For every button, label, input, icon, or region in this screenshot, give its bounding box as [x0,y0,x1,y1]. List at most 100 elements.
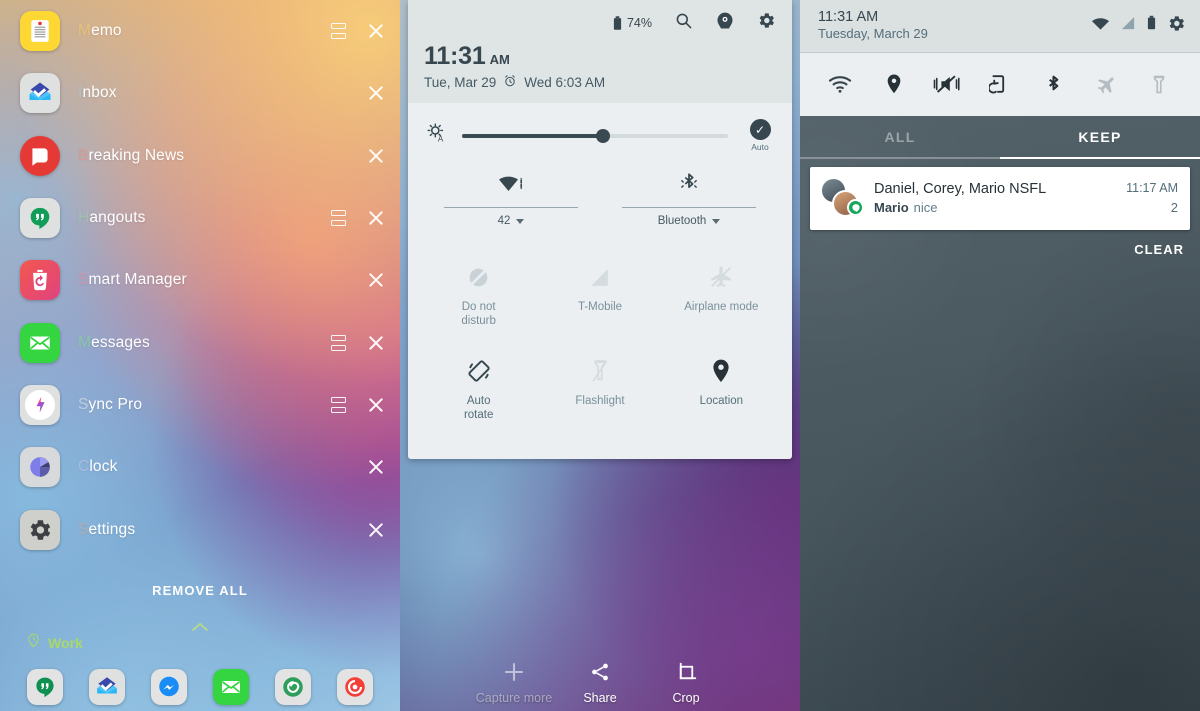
recent-row-actions [366,520,386,540]
date-label: Tue, Mar 29 [424,75,497,90]
flashlight-icon[interactable] [1142,69,1176,99]
notification-preview: Mario nice [874,200,1118,215]
messages-icon[interactable] [20,322,60,363]
pocketcasts-icon[interactable] [337,669,373,705]
hangouts-icon[interactable] [27,669,63,705]
airplane-icon[interactable] [1089,69,1123,99]
close-icon[interactable] [366,270,386,290]
quick-connect-icon[interactable] [715,11,735,36]
flashlight-tile[interactable]: Flashlight [539,343,660,437]
split-screen-icon[interactable] [331,210,346,227]
recent-app-row[interactable]: Memo [0,0,400,62]
alarm-icon [503,74,517,91]
chevron-down-icon[interactable] [516,218,525,224]
bluetooth-toggle[interactable]: Bluetooth [600,166,778,227]
clock-icon[interactable] [20,447,60,488]
share-button[interactable]: Share [557,655,643,705]
plus-icon [471,655,557,689]
location-tile[interactable]: Location [661,343,782,437]
flashlight-icon [543,353,656,389]
mobile-data-tile[interactable]: T-Mobile [539,249,660,343]
date-alarm-row: Tue, Mar 29 Wed 6:03 AM [424,74,776,91]
auto-rotate-tile[interactable]: Auto rotate [418,343,539,437]
battery-status: 74% [613,15,652,31]
close-icon[interactable] [366,208,386,228]
chevron-down-icon[interactable] [712,218,721,224]
tile-label: Location [699,394,744,407]
auto-brightness-toggle[interactable]: ✓ Auto [742,119,778,152]
close-icon[interactable] [366,83,386,103]
close-icon[interactable] [366,146,386,166]
messages-icon[interactable] [213,669,249,705]
recent-app-row[interactable]: Sync Pro [0,374,400,436]
notification-message: nice [913,200,938,216]
recent-app-row[interactable]: Inbox [0,62,400,124]
messenger-icon[interactable] [151,669,187,705]
gear-icon[interactable] [757,11,776,35]
crop-button[interactable]: Crop [643,655,729,705]
hangouts-icon[interactable] [20,198,60,239]
status-time: 11:31 AM [818,9,879,25]
recent-app-row[interactable]: Hangouts [0,187,400,249]
recent-app-label: Smart Manager [78,271,187,289]
remove-all-button[interactable]: REMOVE ALL [0,583,400,598]
recent-row-actions [366,83,386,103]
memo-icon[interactable] [20,11,60,52]
recent-app-row[interactable]: Breaking News [0,125,400,187]
brightness-auto-icon: A [426,121,448,150]
search-icon[interactable] [674,11,693,35]
work-mode-badge[interactable]: Work [26,632,83,654]
notification-shade-panel: 11:31 AM Tuesday, March 29 ALL KEEP Dani… [800,0,1200,711]
split-screen-icon[interactable] [331,23,346,40]
close-icon[interactable] [366,333,386,353]
smart-manager-icon[interactable] [20,260,60,301]
close-icon[interactable] [366,457,386,477]
recent-app-label: Settings [78,520,136,538]
wifi-toggle[interactable]: 42 [422,166,600,227]
recent-row-actions [331,333,386,353]
recent-row-actions [331,395,386,415]
clear-button[interactable]: CLEAR [800,230,1200,257]
status-date: Tuesday, March 29 [818,26,928,42]
quick-settings-card: 74% 11:31 AM Tue, Mar 29 Wed 6:03 AM A ✓… [408,0,792,459]
work-pin-icon [26,632,41,654]
location-icon[interactable] [877,69,911,99]
recent-app-row[interactable]: Settings [0,498,400,560]
sync-pro-icon[interactable] [20,384,60,425]
screen-rotate-icon[interactable] [983,69,1017,99]
close-icon[interactable] [366,395,386,415]
recent-app-row[interactable]: Smart Manager [0,249,400,311]
notification-meta: 11:17 AM 2 [1126,181,1178,215]
recent-app-label: Memo [78,22,122,40]
tab-all[interactable]: ALL [800,116,1000,157]
tab-keep[interactable]: KEEP [1000,116,1200,157]
tile-label: T-Mobile [577,301,623,313]
wifi-icon[interactable] [824,69,858,99]
capture-more-button[interactable]: Capture more [471,655,557,705]
recent-app-row[interactable]: Messages [0,311,400,373]
notification-item[interactable]: Daniel, Corey, Mario NSFL Mario nice 11:1… [810,167,1190,231]
breaking-news-icon[interactable] [20,135,60,176]
brightness-slider[interactable] [462,127,728,145]
vibrate-mute-icon[interactable] [930,69,964,99]
do-not-disturb-tile[interactable]: Do not disturb [418,249,539,343]
share-icon [557,655,643,689]
recent-row-actions [366,457,386,477]
split-screen-icon[interactable] [331,334,346,351]
recent-app-row[interactable]: Clock [0,436,400,498]
spiral-icon[interactable] [275,669,311,705]
split-screen-icon[interactable] [331,396,346,413]
wifi-label: 42 [434,215,588,227]
close-icon[interactable] [366,520,386,540]
inbox-icon[interactable] [89,669,125,705]
slider-knob[interactable] [595,128,610,143]
inbox-icon[interactable] [20,73,60,114]
settings-icon[interactable] [20,509,60,550]
close-icon[interactable] [366,21,386,41]
svg-text:A: A [438,134,444,143]
gear-icon[interactable] [1167,14,1186,38]
share-label: Share [583,691,617,705]
airplane-mode-tile[interactable]: Airplane mode [661,249,782,343]
bluetooth-icon[interactable] [1036,69,1070,99]
recent-app-label: Clock [78,458,118,476]
